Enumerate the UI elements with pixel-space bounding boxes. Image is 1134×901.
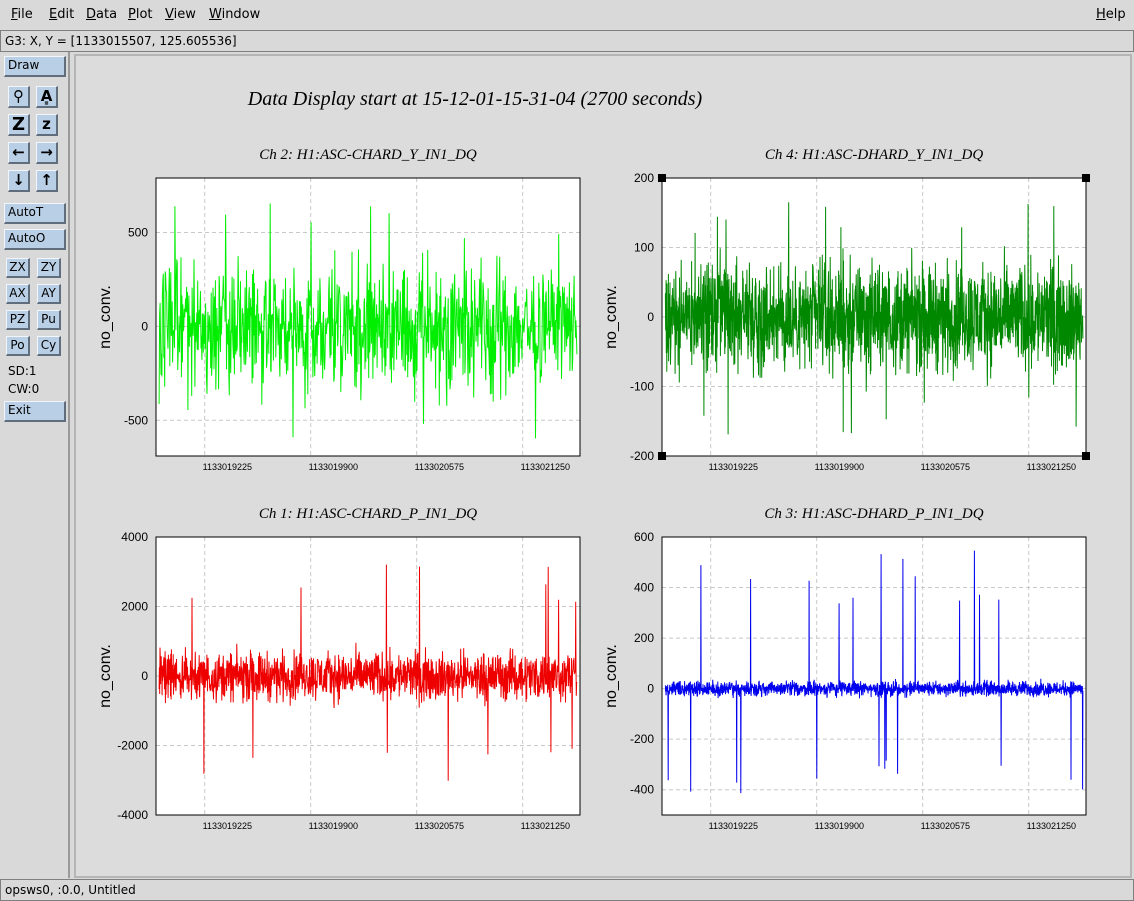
arrow-left-icon[interactable]: ← <box>8 142 30 164</box>
pointer-icon[interactable]: ⚲ <box>8 86 30 108</box>
chart-4[interactable]: Ch 3: H1:ASC-DHARD_P_IN1_DQ 1133019225 113… <box>603 506 1087 831</box>
y-tick-label: 500 <box>128 225 148 239</box>
main-title: Data Display start at 15-12-01-15-31-04 … <box>247 88 703 110</box>
x-tick-label: 1133019900 <box>309 821 358 831</box>
selection-handle[interactable] <box>658 452 666 460</box>
chart-title: Ch 4: H1:ASC-DHARD_Y_IN1_DQ <box>765 147 983 163</box>
po-button[interactable]: Po <box>6 336 30 356</box>
x-tick-label: 1133019225 <box>709 821 758 831</box>
y-tick-label: 0 <box>141 669 148 683</box>
x-tick-label: 1133019900 <box>815 821 864 831</box>
chart-2[interactable]: Ch 4: H1:ASC-DHARD_Y_IN1_DQ 1133019225 113… <box>603 147 1090 472</box>
zoom-out-z-icon[interactable]: z <box>36 114 58 136</box>
menu-file[interactable]: File <box>11 7 33 22</box>
chart-title: Ch 3: H1:ASC-DHARD_P_IN1_DQ <box>764 506 983 522</box>
x-tick-label: 1133019900 <box>815 462 864 472</box>
sd-label: SD:1 <box>8 364 37 378</box>
menu-help[interactable]: Help <box>1096 7 1126 22</box>
text-icon[interactable]: A͇ <box>36 86 58 108</box>
cy-button[interactable]: Cy <box>37 336 61 356</box>
menu-edit[interactable]: Edit <box>49 7 74 22</box>
pz-button[interactable]: PZ <box>6 310 30 330</box>
coordinate-readout: G3: X, Y = [1133015507, 125.605536] <box>0 30 1134 52</box>
y-axis-label: no_conv. <box>603 644 620 708</box>
zx-button[interactable]: ZX <box>6 258 30 278</box>
x-tick-label: 1133019225 <box>203 462 252 472</box>
x-tick-label: 1133021250 <box>1027 462 1076 472</box>
y-tick-label: 600 <box>634 530 654 544</box>
chart-title: Ch 2: H1:ASC-CHARD_Y_IN1_DQ <box>259 147 477 163</box>
y-tick-label: -2000 <box>117 739 148 753</box>
x-tick-label: 1133019225 <box>203 821 252 831</box>
y-tick-label: 0 <box>647 310 654 324</box>
autoo-button[interactable]: AutoO <box>4 229 66 250</box>
ay-button[interactable]: AY <box>37 284 61 304</box>
y-tick-label: -200 <box>630 449 654 463</box>
arrow-up-icon[interactable]: ↑ <box>36 170 58 192</box>
chart-title: Ch 1: H1:ASC-CHARD_P_IN1_DQ <box>259 506 477 522</box>
menu-view[interactable]: View <box>165 7 196 22</box>
y-tick-label: 0 <box>141 319 148 333</box>
y-tick-label: 200 <box>634 631 654 645</box>
y-tick-label: 2000 <box>121 600 148 614</box>
y-tick-label: -200 <box>630 732 654 746</box>
x-tick-label: 1133021250 <box>521 462 570 472</box>
y-tick-label: 400 <box>634 581 654 595</box>
y-tick-label: 200 <box>634 171 654 185</box>
autot-button[interactable]: AutoT <box>4 203 66 224</box>
x-tick-label: 1133021250 <box>1027 821 1076 831</box>
menu-data[interactable]: Data <box>86 7 117 22</box>
selection-handle[interactable] <box>658 174 666 182</box>
x-tick-label: 1133020575 <box>415 462 464 472</box>
y-tick-label: -400 <box>630 783 654 797</box>
plot-canvas[interactable]: Data Display start at 15-12-01-15-31-04 … <box>74 54 1132 878</box>
pu-button[interactable]: Pu <box>37 310 61 330</box>
cw-label: CW:0 <box>8 382 40 396</box>
selection-handle[interactable] <box>1082 174 1090 182</box>
y-tick-label: 100 <box>634 241 654 255</box>
chart-1[interactable]: Ch 2: H1:ASC-CHARD_Y_IN1_DQ 1133019225 113… <box>97 147 581 472</box>
plots-svg[interactable]: Data Display start at 15-12-01-15-31-04 … <box>76 56 1130 876</box>
x-tick-label: 1133020575 <box>921 821 970 831</box>
y-tick-label: -500 <box>124 413 148 427</box>
ax-button[interactable]: AX <box>6 284 30 304</box>
draw-button[interactable]: Draw <box>4 56 66 77</box>
y-tick-label: 4000 <box>121 530 148 544</box>
exit-button[interactable]: Exit <box>4 401 66 422</box>
arrow-right-icon[interactable]: → <box>36 142 58 164</box>
zy-button[interactable]: ZY <box>37 258 61 278</box>
zoom-in-z-icon[interactable]: Z <box>8 114 30 136</box>
menu-plot[interactable]: Plot <box>128 7 153 22</box>
selection-handle[interactable] <box>1082 452 1090 460</box>
y-tick-label: -4000 <box>117 808 148 822</box>
y-axis-label: no_conv. <box>603 285 620 349</box>
x-tick-label: 1133019900 <box>309 462 358 472</box>
chart-3[interactable]: Ch 1: H1:ASC-CHARD_P_IN1_DQ 1133019225 113… <box>97 506 581 831</box>
x-tick-label: 1133020575 <box>415 821 464 831</box>
x-tick-label: 1133020575 <box>921 462 970 472</box>
y-tick-label: 0 <box>647 682 654 696</box>
y-tick-label: -100 <box>630 380 654 394</box>
x-tick-label: 1133019225 <box>709 462 758 472</box>
status-bar: opsws0, :0.0, Untitled <box>0 879 1134 901</box>
arrow-down-icon[interactable]: ↓ <box>8 170 30 192</box>
toolbar: Draw ⚲ A͇ Z z ← → ↓ ↑ AutoT AutoO ZX ZY … <box>0 52 70 878</box>
plot-area[interactable] <box>662 537 1086 815</box>
menubar: File Edit Data Plot View Window Help <box>0 0 1134 30</box>
menu-window[interactable]: Window <box>209 7 260 22</box>
y-axis-label: no_conv. <box>97 285 114 349</box>
y-axis-label: no_conv. <box>97 644 114 708</box>
x-tick-label: 1133021250 <box>521 821 570 831</box>
